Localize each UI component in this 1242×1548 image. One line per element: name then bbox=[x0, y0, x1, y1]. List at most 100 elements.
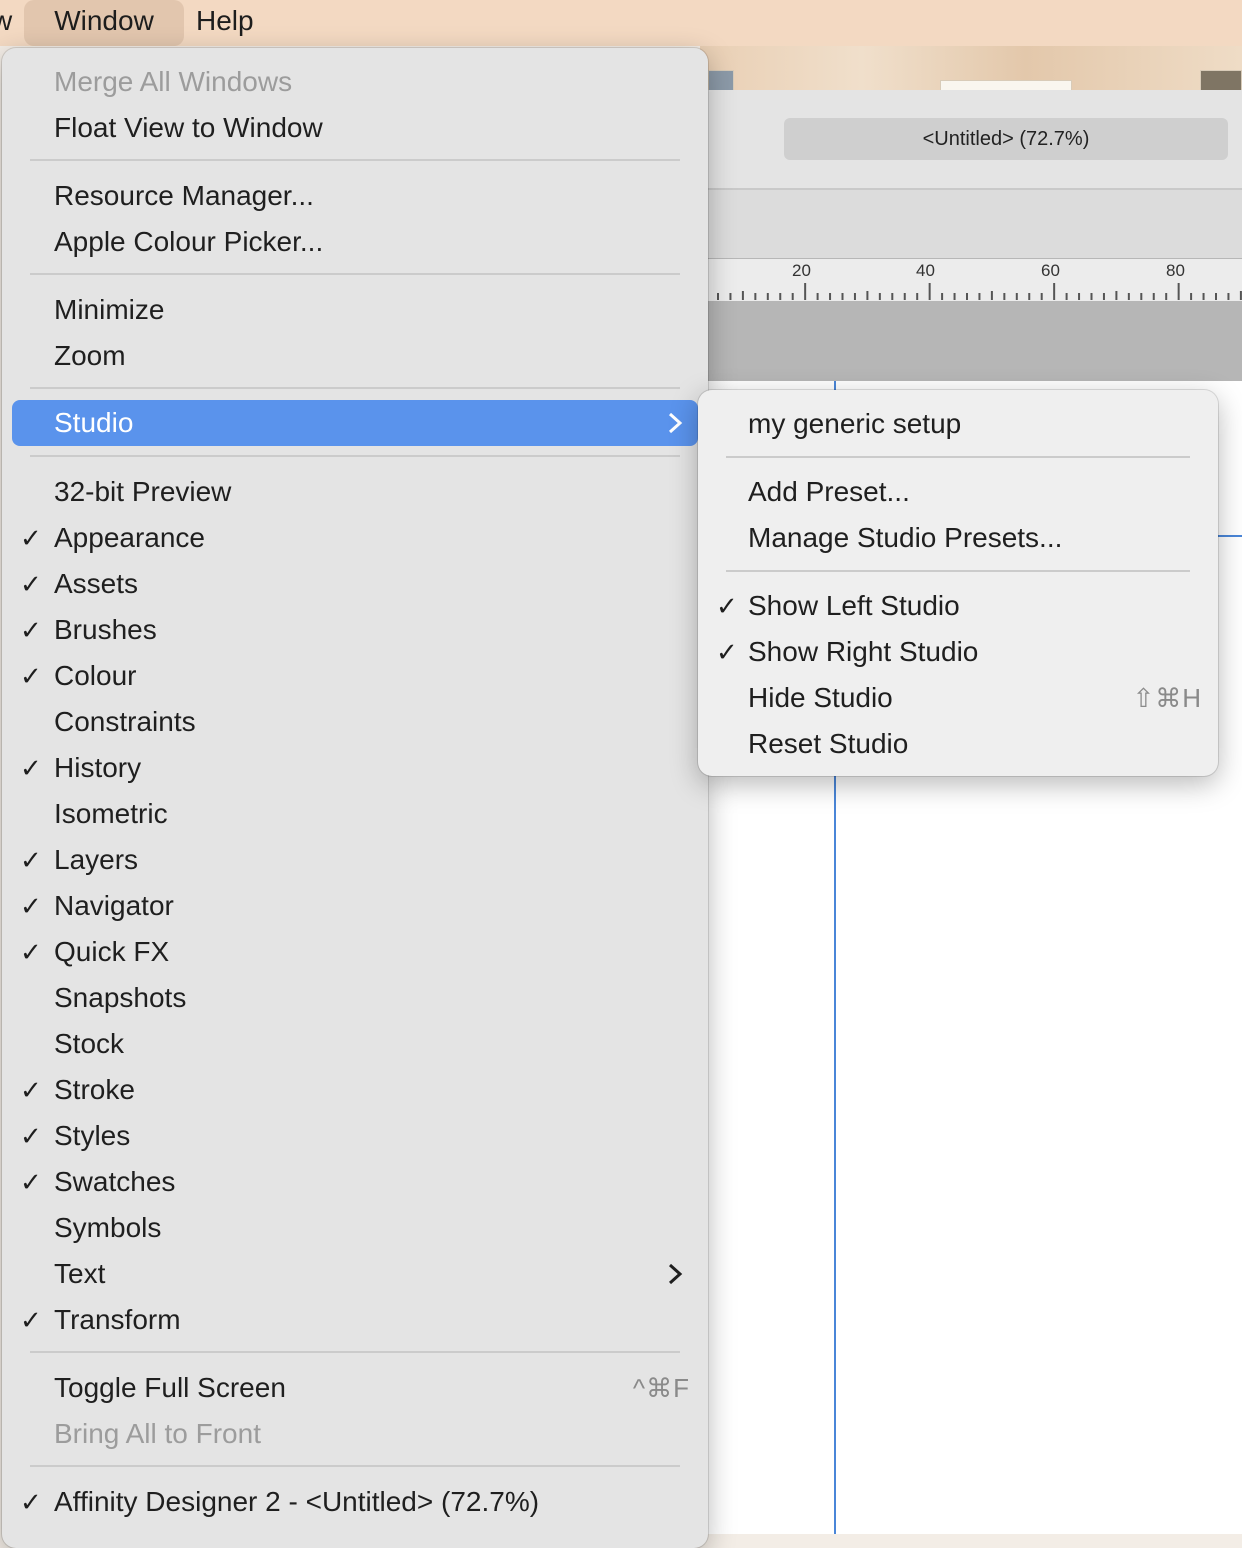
menubar-item-help[interactable]: Help bbox=[196, 0, 254, 46]
menu-item-label: Zoom bbox=[54, 340, 126, 371]
checkmark-icon: ✓ bbox=[20, 1305, 42, 1335]
menu-item-label: 32-bit Preview bbox=[54, 476, 232, 507]
menu-item-label: my generic setup bbox=[748, 408, 962, 439]
menu-item-panel-swatches[interactable]: ✓ Swatches bbox=[12, 1159, 698, 1205]
menu-item-panel-quick-fx[interactable]: ✓ Quick FX bbox=[12, 929, 698, 975]
menu-item-panel-navigator[interactable]: ✓ Navigator bbox=[12, 883, 698, 929]
menu-item-manage-presets[interactable]: Manage Studio Presets... bbox=[706, 515, 1210, 561]
context-toolbar bbox=[700, 190, 1242, 259]
menu-item-label: Navigator bbox=[54, 890, 174, 921]
menu-item-label: Transform bbox=[54, 1304, 181, 1335]
menu-item-label: Layers bbox=[54, 844, 139, 875]
menu-bar: w Window Help bbox=[0, 0, 1242, 46]
menu-item-panel-symbols[interactable]: Symbols bbox=[12, 1205, 698, 1251]
menu-item-panel-colour[interactable]: ✓ Colour bbox=[12, 653, 698, 699]
menu-item-label: Bring All to Front bbox=[54, 1418, 261, 1449]
checkmark-icon: ✓ bbox=[20, 523, 42, 553]
menu-item-panel-appearance[interactable]: ✓ Appearance bbox=[12, 515, 698, 561]
desktop-thumbnail bbox=[1200, 70, 1242, 92]
menu-item-panel-text[interactable]: Text bbox=[12, 1251, 698, 1297]
menu-item-panel-brushes[interactable]: ✓ Brushes bbox=[12, 607, 698, 653]
menu-item-label: Apple Colour Picker... bbox=[54, 226, 324, 257]
menu-item-panel-32-bit-preview[interactable]: 32-bit Preview bbox=[12, 469, 698, 515]
menu-item-panel-styles[interactable]: ✓ Styles bbox=[12, 1113, 698, 1159]
window-menu: Merge All Windows Float View to Window R… bbox=[2, 48, 708, 1548]
checkmark-icon: ✓ bbox=[20, 1075, 42, 1105]
menu-item-label: Snapshots bbox=[54, 982, 187, 1013]
menu-item-label: History bbox=[54, 752, 142, 783]
menu-item-panel-transform[interactable]: ✓ Transform bbox=[12, 1297, 698, 1343]
menu-item-open-document[interactable]: ✓ Affinity Designer 2 - <Untitled> (72.7… bbox=[12, 1479, 698, 1525]
menu-item-reset-studio[interactable]: Reset Studio bbox=[706, 721, 1210, 767]
checkmark-icon: ✓ bbox=[716, 637, 738, 667]
menu-separator bbox=[30, 455, 680, 457]
menu-item-label: Stroke bbox=[54, 1074, 135, 1105]
checkmark-icon: ✓ bbox=[20, 661, 42, 691]
menu-separator bbox=[30, 1351, 680, 1353]
menu-item-label: Merge All Windows bbox=[54, 66, 293, 97]
menu-item-label: Constraints bbox=[54, 706, 196, 737]
checkmark-icon: ✓ bbox=[20, 891, 42, 921]
menu-item-label: Affinity Designer 2 - <Untitled> (72.7%) bbox=[54, 1486, 540, 1517]
menu-item-panel-assets[interactable]: ✓ Assets bbox=[12, 561, 698, 607]
menu-item-label: Show Right Studio bbox=[748, 636, 979, 667]
menu-item-panel-stock[interactable]: Stock bbox=[12, 1021, 698, 1067]
ruler-label: 40 bbox=[916, 261, 935, 280]
menu-separator bbox=[30, 1465, 680, 1467]
menu-item-merge-all-windows: Merge All Windows bbox=[12, 59, 698, 105]
menu-item-bring-all-to-front: Bring All to Front bbox=[12, 1411, 698, 1457]
menu-item-toggle-full-screen[interactable]: Toggle Full Screen ^⌘F bbox=[12, 1365, 698, 1411]
menu-item-panel-snapshots[interactable]: Snapshots bbox=[12, 975, 698, 1021]
menu-item-panel-isometric[interactable]: Isometric bbox=[12, 791, 698, 837]
menu-item-panel-stroke[interactable]: ✓ Stroke bbox=[12, 1067, 698, 1113]
menu-item-float-view[interactable]: Float View to Window bbox=[12, 105, 698, 151]
pasteboard bbox=[700, 301, 1242, 381]
menu-item-label: Text bbox=[54, 1258, 106, 1289]
menu-item-label: Resource Manager... bbox=[54, 180, 314, 211]
menu-item-label: Appearance bbox=[54, 522, 206, 553]
menu-item-panel-constraints[interactable]: Constraints bbox=[12, 699, 698, 745]
checkmark-icon: ✓ bbox=[20, 845, 42, 875]
checkmark-icon: ✓ bbox=[20, 569, 42, 599]
menu-item-zoom[interactable]: Zoom bbox=[12, 333, 698, 379]
menu-separator bbox=[726, 570, 1190, 572]
menu-item-colour-picker[interactable]: Apple Colour Picker... bbox=[12, 219, 698, 265]
menu-item-label: Isometric bbox=[54, 798, 168, 829]
menu-item-add-preset[interactable]: Add Preset... bbox=[706, 469, 1210, 515]
desktop-thumbnail bbox=[708, 70, 734, 92]
menu-item-show-right-studio[interactable]: ✓ Show Right Studio bbox=[706, 629, 1210, 675]
menu-item-label: Hide Studio bbox=[748, 682, 893, 713]
checkmark-icon: ✓ bbox=[20, 1121, 42, 1151]
document-tab[interactable]: <Untitled> (72.7%) bbox=[784, 118, 1228, 160]
menu-item-label: Reset Studio bbox=[748, 728, 909, 759]
menu-item-panel-history[interactable]: ✓ History bbox=[12, 745, 698, 791]
menu-item-label: Minimize bbox=[54, 294, 165, 325]
menu-separator bbox=[726, 456, 1190, 458]
checkmark-icon: ✓ bbox=[716, 591, 738, 621]
checkmark-icon: ✓ bbox=[20, 615, 42, 645]
menu-separator bbox=[30, 387, 680, 389]
menu-item-studio[interactable]: Studio bbox=[12, 400, 698, 446]
chevron-right-icon bbox=[666, 400, 684, 460]
menu-item-label: Symbols bbox=[54, 1212, 162, 1243]
app-titlebar: <Untitled> (72.7%) bbox=[700, 90, 1242, 190]
menu-separator bbox=[30, 273, 680, 275]
checkmark-icon: ✓ bbox=[20, 937, 42, 967]
menu-item-label: Quick FX bbox=[54, 936, 170, 967]
horizontal-ruler[interactable]: 20 40 60 80 bbox=[700, 259, 1242, 301]
menu-item-label: Assets bbox=[54, 568, 139, 599]
menu-separator bbox=[30, 159, 680, 161]
menu-item-hide-studio[interactable]: Hide Studio ⇧⌘H bbox=[706, 675, 1210, 721]
menubar-item-view-partial[interactable]: w bbox=[0, 0, 12, 46]
menu-item-minimize[interactable]: Minimize bbox=[12, 287, 698, 333]
menu-item-preset-my-generic-setup[interactable]: my generic setup bbox=[706, 401, 1210, 447]
menu-item-label: Studio bbox=[54, 407, 134, 438]
menu-item-label: Add Preset... bbox=[748, 476, 910, 507]
studio-submenu: my generic setup Add Preset... Manage St… bbox=[698, 390, 1218, 776]
menubar-item-window[interactable]: Window bbox=[24, 0, 184, 46]
menu-item-show-left-studio[interactable]: ✓ Show Left Studio bbox=[706, 583, 1210, 629]
menu-item-label: Show Left Studio bbox=[748, 590, 960, 621]
menu-item-panel-layers[interactable]: ✓ Layers bbox=[12, 837, 698, 883]
menu-item-resource-manager[interactable]: Resource Manager... bbox=[12, 173, 698, 219]
checkmark-icon: ✓ bbox=[20, 1167, 42, 1197]
